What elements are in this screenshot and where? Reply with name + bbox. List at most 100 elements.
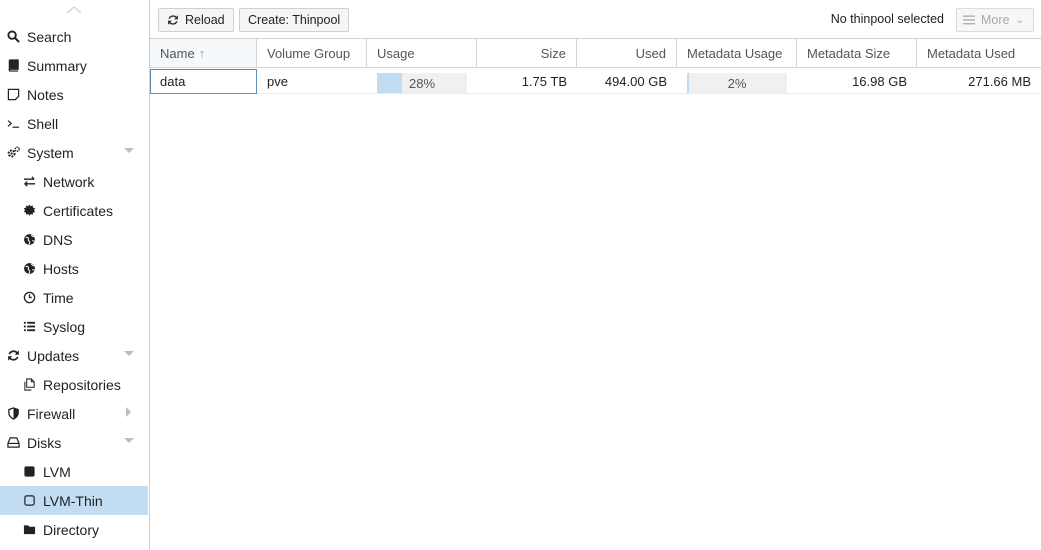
more-menu-button[interactable]: More ⌄ [956,8,1034,32]
column-header-size[interactable]: Size [477,39,577,68]
globe-icon [21,261,37,277]
chevron-up-icon [66,6,82,14]
sidebar-scroll-up-button[interactable] [0,0,148,20]
column-header-volume-group[interactable]: Volume Group [257,39,367,68]
toolbar: Reload Create: Thinpool No thinpool sele… [150,0,1041,39]
square-outline-icon [21,493,37,509]
hdd-icon [5,435,21,451]
shield-icon [5,406,21,422]
sidebar-item-summary[interactable]: Summary [0,51,148,80]
terminal-icon [5,116,21,132]
column-header-label: Metadata Used [927,45,1016,61]
list-icon [21,319,37,335]
sidebar-item-label: LVM [43,463,71,480]
cell-usage: 28% [367,69,477,94]
search-icon [5,29,21,45]
clock-icon [21,290,37,306]
sort-ascending-icon: ↑ [198,45,206,61]
column-header-used[interactable]: Used [577,39,677,68]
sidebar-item-lvm[interactable]: LVM [0,457,148,486]
reload-button-label: Reload [185,13,225,27]
usage-progress-text: 28% [408,75,436,91]
column-header-label: Usage [377,45,415,61]
metadata-usage-progress-text: 2% [727,75,747,91]
sidebar-item-shell[interactable]: Shell [0,109,148,138]
create-thinpool-button[interactable]: Create: Thinpool [239,8,350,32]
cell-volume-group: pve [257,69,367,94]
reload-button[interactable]: Reload [158,8,234,32]
metadata-usage-progress-bar: 2% [687,73,787,93]
column-header-metadata-used[interactable]: Metadata Used [917,39,1041,68]
sidebar-item-notes[interactable]: Notes [0,80,148,109]
cell-metadata-usage: 2% [677,69,797,94]
square-icon [21,464,37,480]
column-header-usage[interactable]: Usage [367,39,477,68]
sidebar-item-label: Updates [27,347,80,364]
expand-arrow-icon[interactable] [126,407,131,417]
sidebar-item-system[interactable]: System [0,138,148,167]
column-header-metadata-size[interactable]: Metadata Size [797,39,917,68]
sidebar-item-dns[interactable]: DNS [0,225,148,254]
sidebar-item-hosts[interactable]: Hosts [0,254,148,283]
expand-arrow-icon[interactable] [124,148,134,153]
sidebar-item-network[interactable]: Network [0,167,148,196]
cell-used: 494.00 GB [577,69,677,94]
menu-lines-icon [963,15,975,25]
create-thinpool-label: Create: Thinpool [248,13,341,27]
sidebar-item-repositories[interactable]: Repositories [0,370,148,399]
sidebar-item-label: Certificates [43,202,114,219]
sidebar-item-label: System [27,144,74,161]
sidebar-item-label: LVM-Thin [43,492,103,509]
column-header-label: Used [635,45,666,61]
sidebar-item-label: Shell [27,115,59,132]
sidebar: Search Summary Notes Shell System Networ… [0,0,150,550]
sidebar-item-label: Repositories [43,376,121,393]
sidebar-item-search[interactable]: Search [0,22,148,51]
sidebar-item-time[interactable]: Time [0,283,148,312]
sidebar-item-directory[interactable]: Directory [0,515,148,544]
expand-arrow-icon[interactable] [124,351,134,356]
folder-icon [21,522,37,538]
expand-arrow-icon[interactable] [124,438,134,443]
column-header-label: Metadata Usage [687,45,783,61]
column-header-name[interactable]: Name ↑ [150,39,257,68]
column-header-metadata-usage[interactable]: Metadata Usage [677,39,797,68]
more-menu-label: More [981,13,1010,27]
cell-size: 1.75 TB [477,69,577,94]
usage-progress-bar: 28% [377,73,467,93]
sidebar-item-label: Time [43,289,74,306]
column-header-label: Metadata Size [807,45,891,61]
thinpool-grid: Name ↑ Volume Group Usage Size Used Meta… [150,39,1041,550]
column-header-label: Name [160,45,195,61]
exchange-icon [21,174,37,190]
sidebar-item-label: Disks [27,434,62,451]
globe-icon [21,232,37,248]
cell-metadata-used: 271.66 MB [917,69,1041,94]
sidebar-item-label: Firewall [27,405,76,422]
sidebar-item-lvm-thin[interactable]: LVM-Thin [0,486,148,515]
sidebar-item-label: Syslog [43,318,86,335]
cogs-icon [5,145,21,161]
sidebar-item-updates[interactable]: Updates [0,341,148,370]
files-icon [21,377,37,393]
book-icon [5,58,21,74]
refresh-icon [168,15,178,25]
sticky-note-icon [5,87,21,103]
refresh-icon [5,348,21,364]
sidebar-item-firewall[interactable]: Firewall [0,399,148,428]
certificate-icon [21,203,37,219]
column-header-label: Size [540,45,566,61]
sidebar-item-label: DNS [43,231,73,248]
column-header-label: Volume Group [267,45,351,61]
sidebar-item-syslog[interactable]: Syslog [0,312,148,341]
sidebar-item-label: Directory [43,521,100,538]
sidebar-item-label: Network [43,173,95,190]
sidebar-item-label: Hosts [43,260,79,277]
cell-metadata-size: 16.98 GB [797,69,917,94]
cell-name[interactable]: data [150,69,257,94]
sidebar-item-label: Search [27,28,72,45]
sidebar-item-label: Notes [27,86,64,103]
sidebar-item-disks[interactable]: Disks [0,428,148,457]
sidebar-item-certificates[interactable]: Certificates [0,196,148,225]
chevron-down-icon: ⌄ [1015,14,1024,26]
